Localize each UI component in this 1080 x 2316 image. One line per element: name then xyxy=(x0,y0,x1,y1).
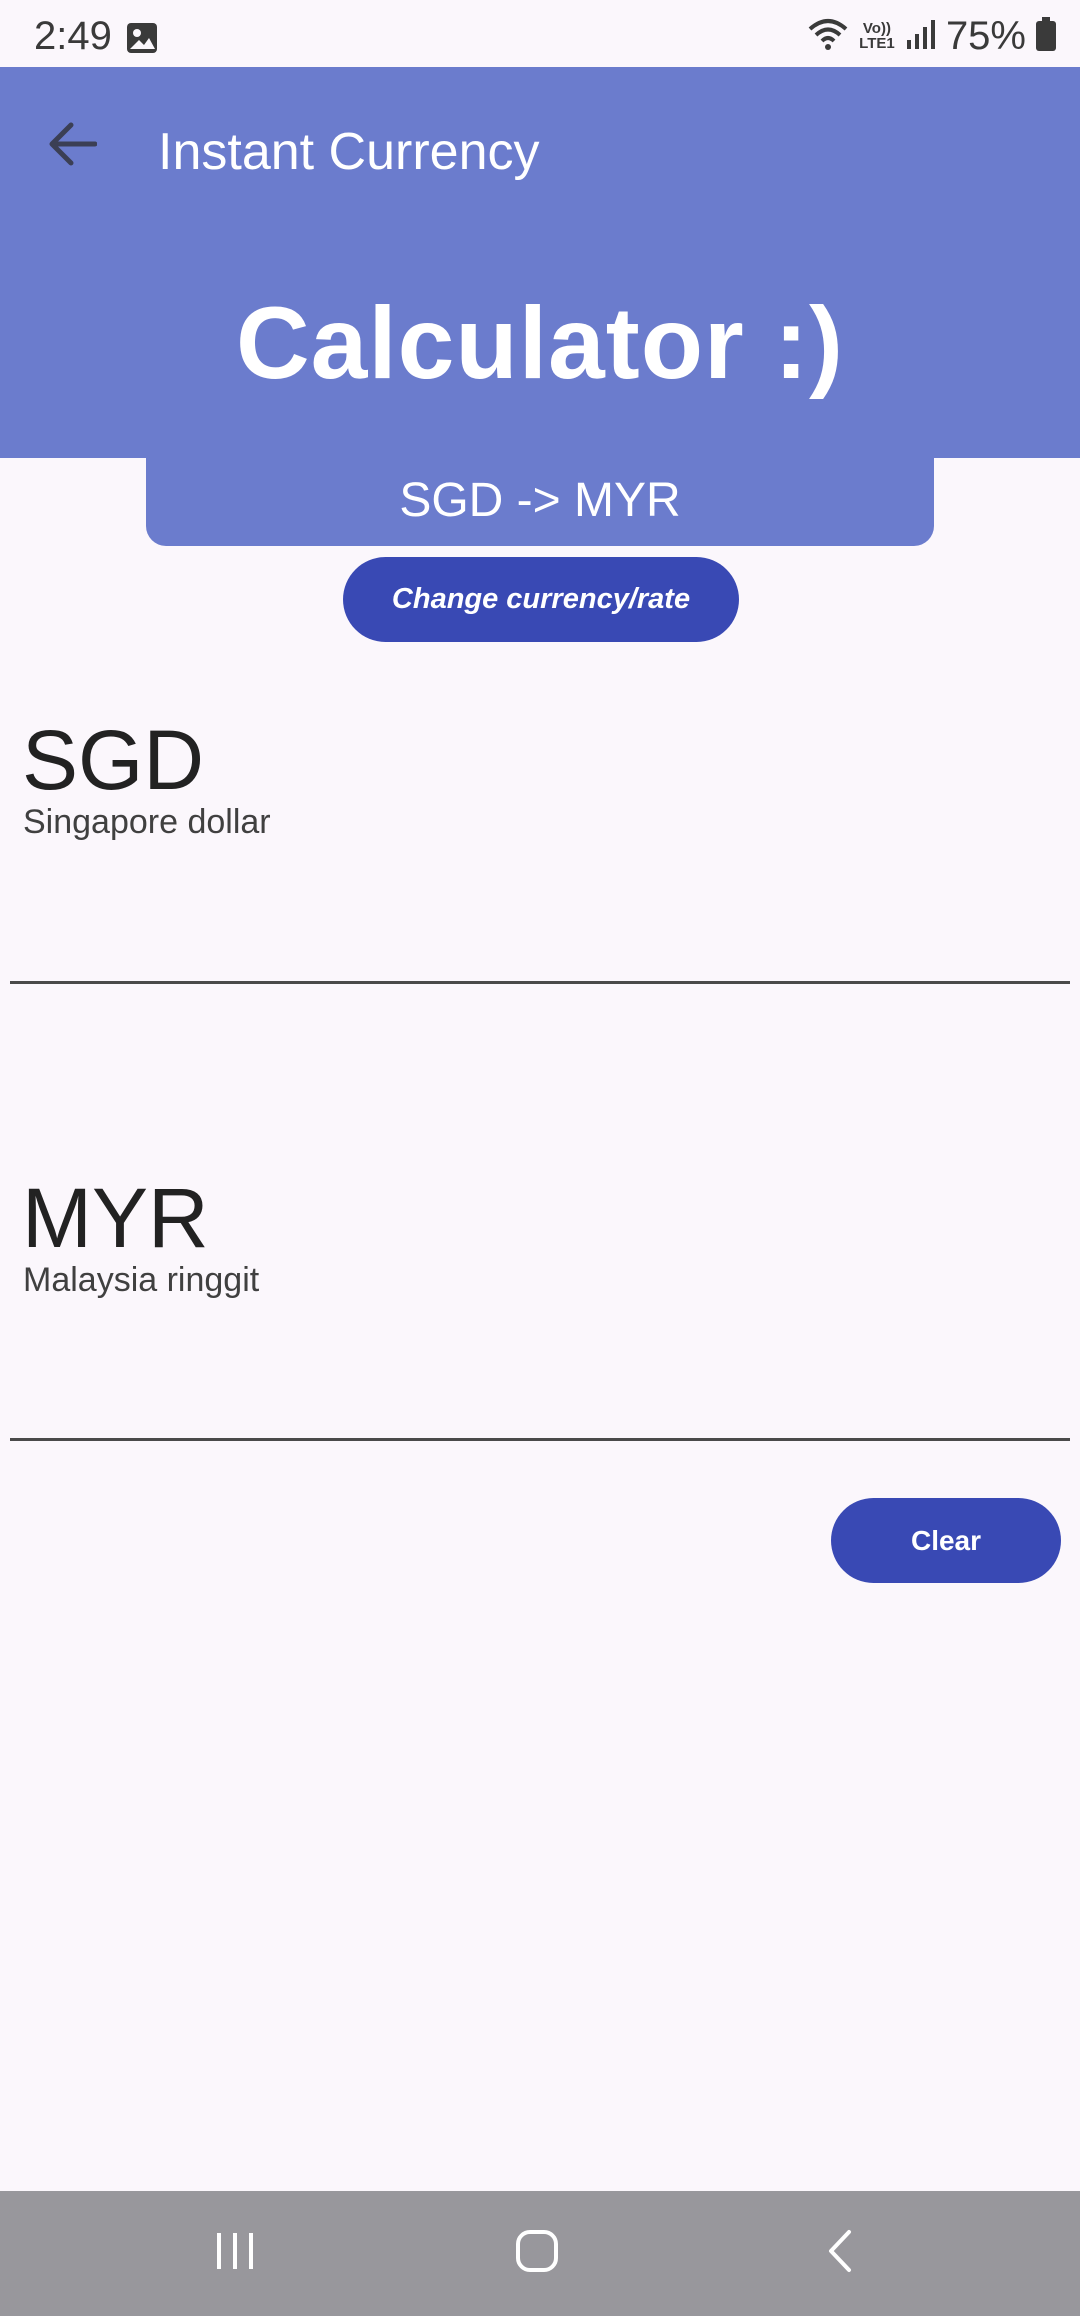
app-bar: Instant Currency Calculator :) xyxy=(0,67,1080,458)
to-input-underline xyxy=(10,1438,1070,1441)
battery-icon xyxy=(1036,16,1056,56)
battery-percent: 75% xyxy=(945,13,1026,58)
back-button[interactable] xyxy=(36,110,108,182)
arrow-left-icon xyxy=(47,122,98,171)
nav-back-button[interactable] xyxy=(790,2213,890,2293)
clear-button[interactable]: Clear xyxy=(831,1498,1061,1583)
status-time: 2:49 xyxy=(34,14,112,58)
page-heading: Calculator :) xyxy=(235,286,845,400)
recents-button[interactable] xyxy=(185,2213,285,2293)
home-button[interactable] xyxy=(487,2213,587,2293)
currency-pair-banner: SGD -> MYR xyxy=(146,455,934,546)
recents-icon xyxy=(213,2229,257,2278)
to-currency-code: MYR xyxy=(22,1171,209,1265)
change-currency-button[interactable]: Change currency/rate xyxy=(343,557,739,642)
from-input-underline xyxy=(10,981,1070,984)
home-icon xyxy=(514,2228,560,2279)
signal-icon xyxy=(906,18,936,55)
image-icon xyxy=(126,22,158,54)
to-amount-input[interactable] xyxy=(22,1368,1066,1440)
system-nav-bar xyxy=(0,2191,1080,2316)
from-currency-code: SGD xyxy=(22,713,205,807)
back-nav-icon xyxy=(825,2228,855,2279)
from-amount-input[interactable] xyxy=(22,910,1066,982)
wifi-icon xyxy=(808,17,848,56)
status-bar: 2:49 Vo)) LTE1 75% xyxy=(0,0,1080,67)
app-title: Instant Currency xyxy=(158,123,540,181)
volte-icon: Vo)) LTE1 xyxy=(859,20,895,52)
status-icons: Vo)) LTE1 75% xyxy=(808,14,1056,58)
from-currency-name: Singapore dollar xyxy=(23,803,271,841)
to-currency-name: Malaysia ringgit xyxy=(23,1261,260,1299)
